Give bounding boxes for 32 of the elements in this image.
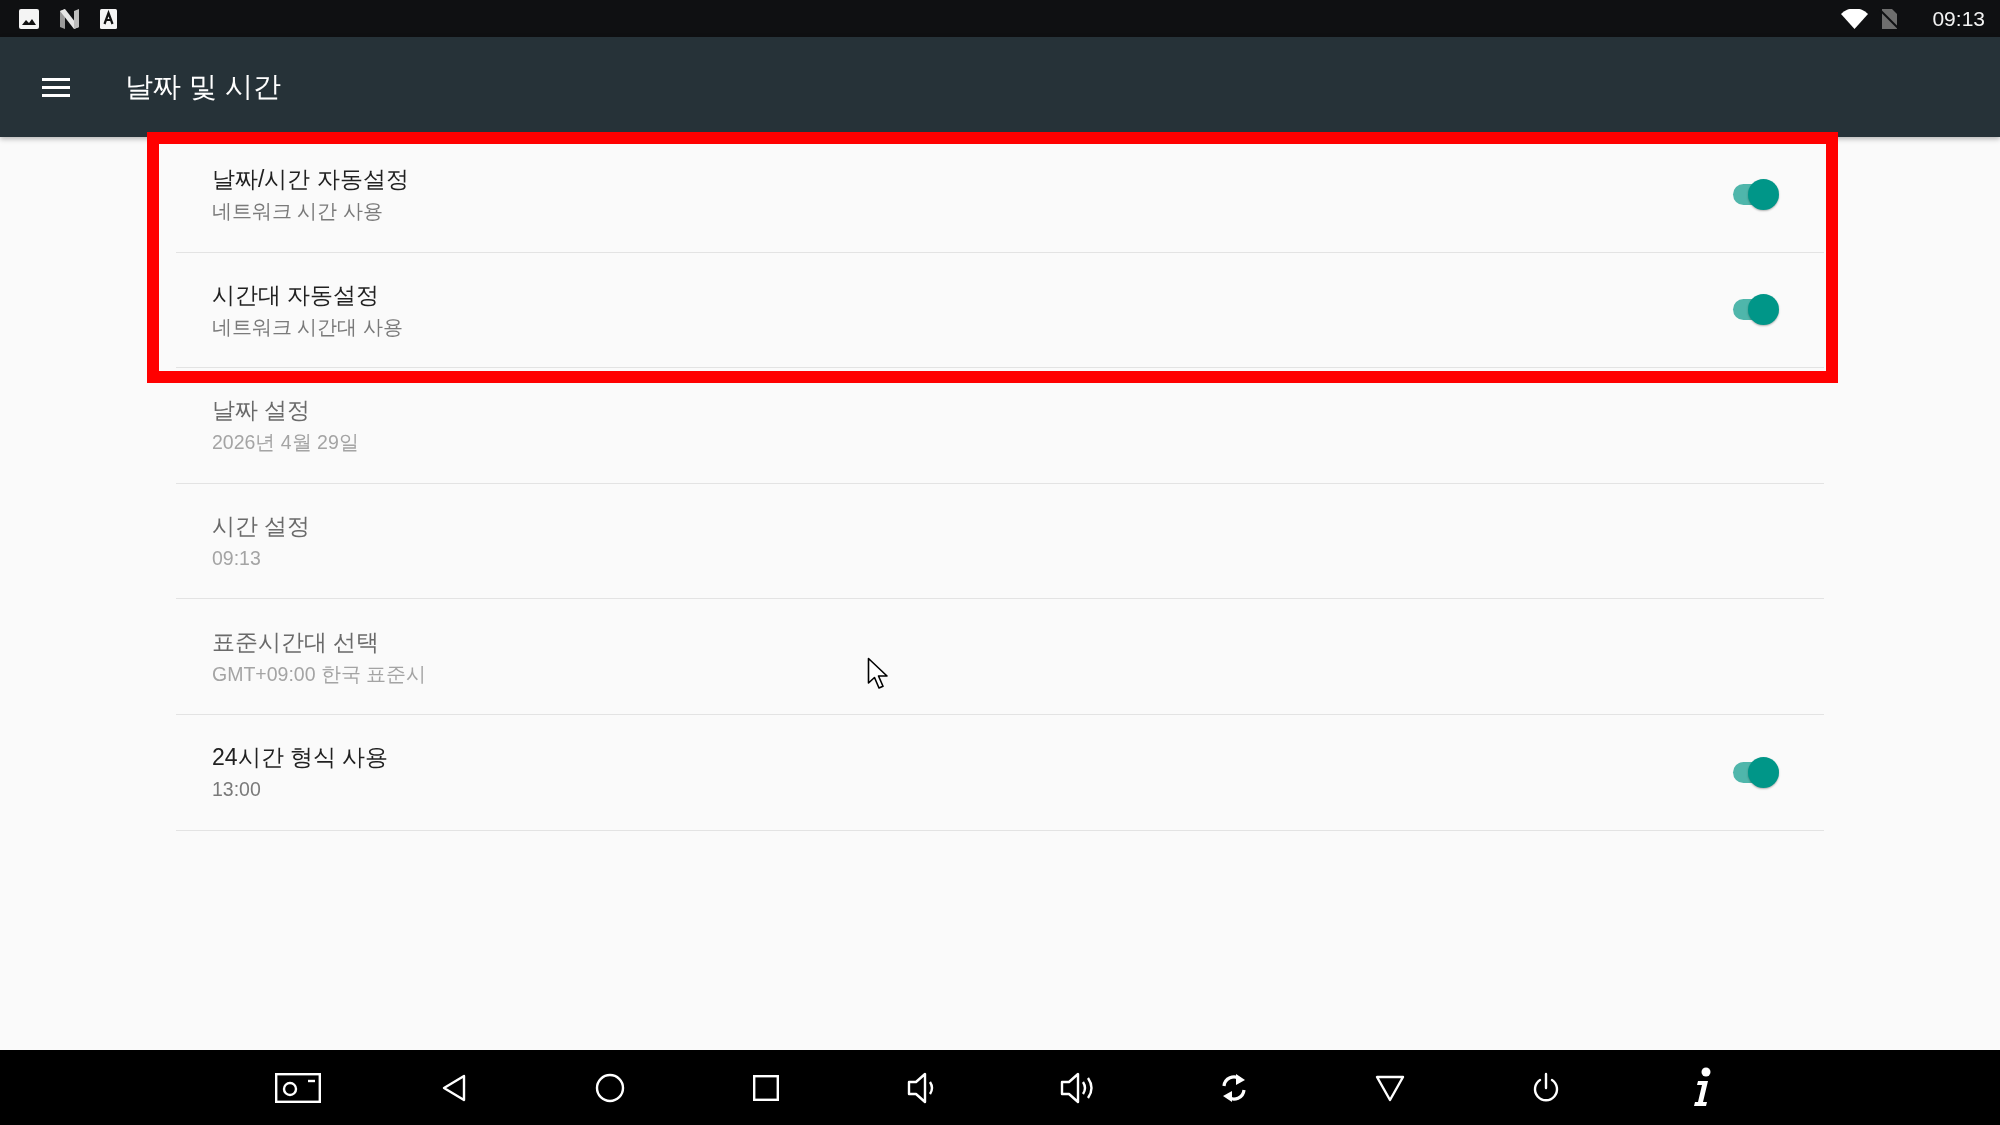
home-icon[interactable]	[595, 1072, 625, 1103]
setting-title: 날짜/시간 자동설정	[212, 165, 409, 195]
setting-title: 날짜 설정	[212, 396, 311, 426]
setting-summary: GMT+09:00 한국 표준시	[212, 661, 427, 687]
recents-icon[interactable]	[753, 1074, 779, 1101]
camera-icon[interactable]	[275, 1072, 321, 1103]
volume-up-icon[interactable]	[1060, 1071, 1096, 1104]
setting-summary: 13:00	[212, 777, 261, 803]
toggle-switch[interactable]	[1732, 293, 1780, 326]
mouse-pointer-icon	[867, 657, 890, 690]
setting-title: 24시간 형식 사용	[212, 743, 389, 773]
info-icon[interactable]	[1692, 1066, 1712, 1109]
setting-title: 시간 설정	[212, 512, 311, 542]
hide-triangle-icon[interactable]	[1375, 1073, 1405, 1102]
toolbar-title: 날짜 및 시간	[125, 70, 281, 104]
ribbon-logo-icon	[59, 8, 80, 29]
wifi-icon	[1841, 8, 1869, 29]
menu-icon[interactable]	[42, 77, 70, 97]
setting-title: 시간대 자동설정	[212, 280, 380, 310]
setting-summary: 네트워크 시간 사용	[212, 199, 383, 225]
letter-tile-icon	[100, 8, 117, 29]
no-sim-icon	[1879, 8, 1900, 29]
setting-summary: 네트워크 시간대 사용	[212, 314, 403, 340]
setting-summary: 09:13	[212, 546, 261, 572]
status-time: 09:13	[1932, 6, 1985, 31]
setting-summary: 2026년 4월 29일	[212, 430, 359, 456]
toggle-switch[interactable]	[1732, 756, 1780, 789]
image-icon	[19, 8, 39, 29]
toggle-switch[interactable]	[1732, 178, 1780, 211]
setting-title: 표준시간대 선택	[212, 627, 380, 657]
back-icon[interactable]	[440, 1072, 468, 1103]
power-icon[interactable]	[1531, 1071, 1561, 1104]
